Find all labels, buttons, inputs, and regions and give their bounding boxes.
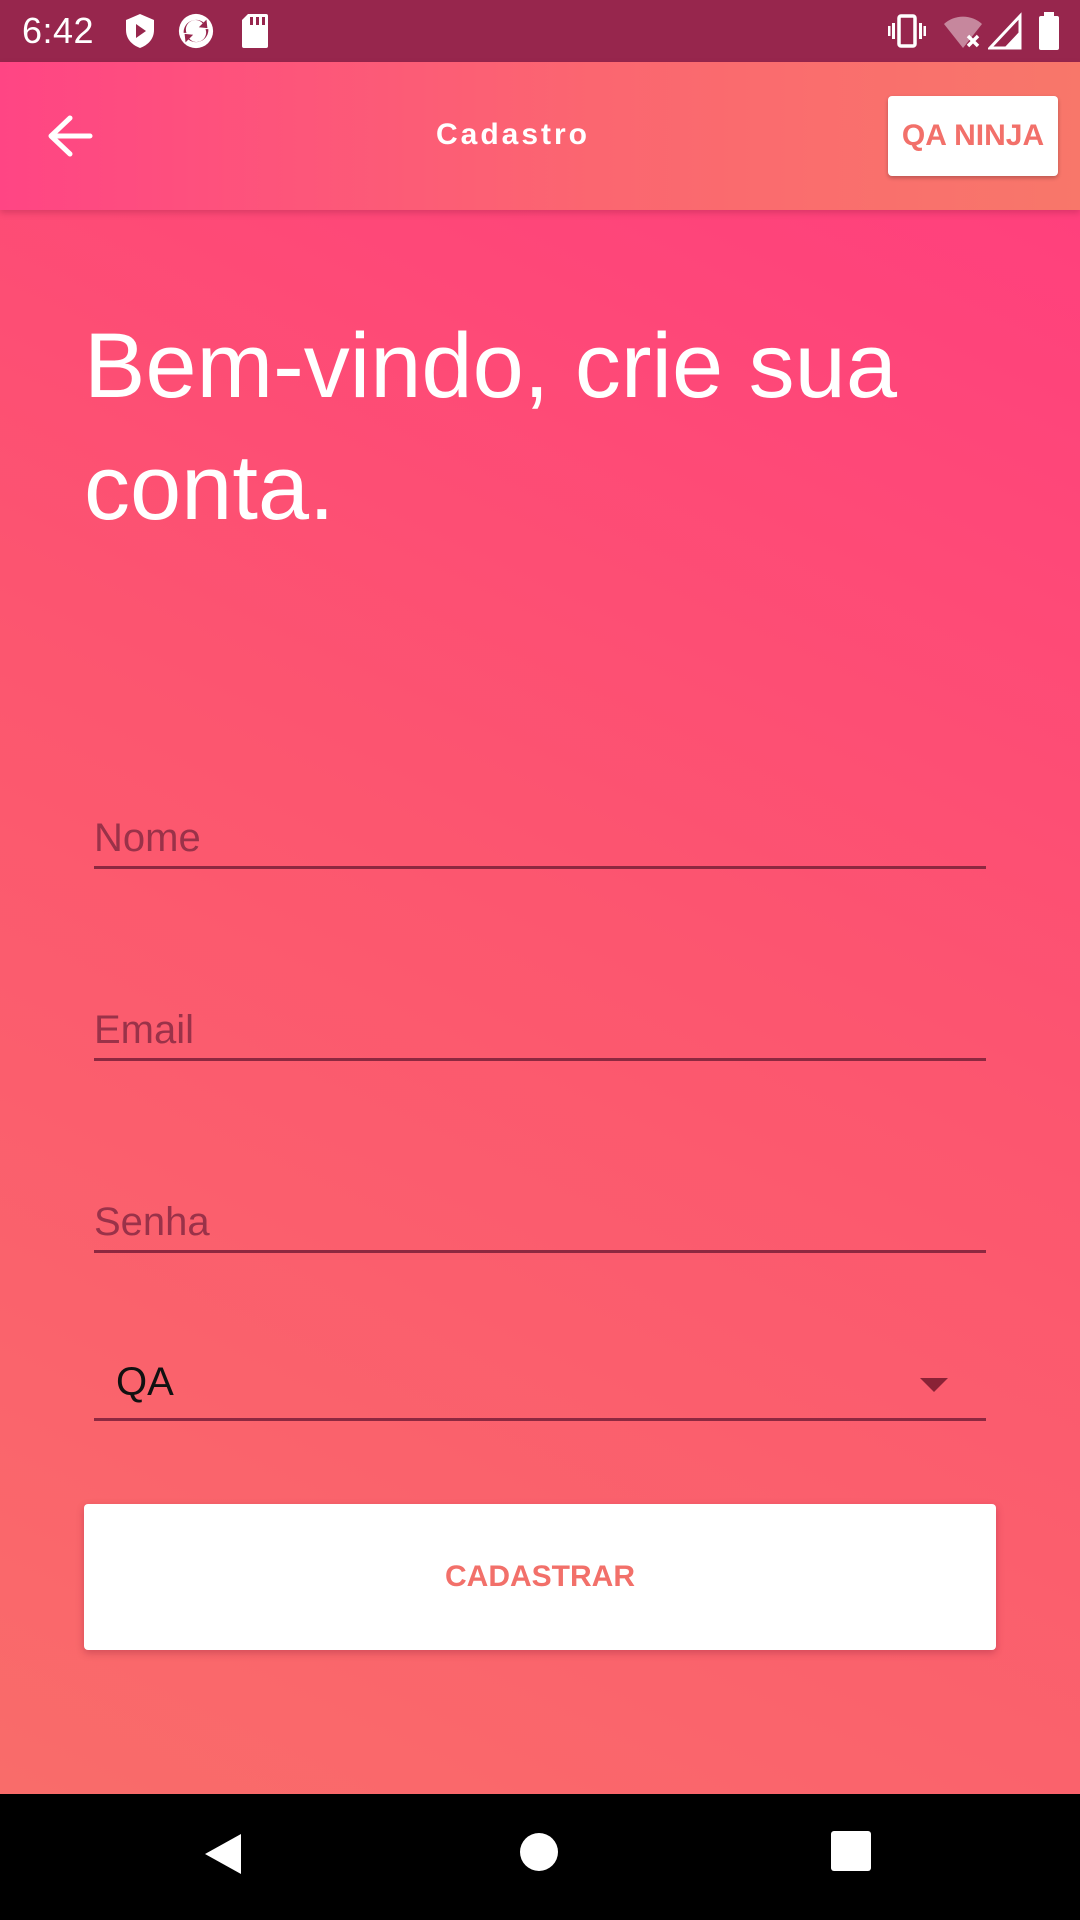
submit-signup-button[interactable]: CADASTRAR (84, 1504, 996, 1650)
system-nav-bar (0, 1794, 1080, 1920)
welcome-headline: Bem-vindo, crie sua conta. (84, 315, 897, 539)
email-field (94, 1002, 986, 1061)
status-time: 6:42 (22, 10, 95, 51)
qa-ninja-button[interactable]: QA NINJA (888, 96, 1058, 176)
email-input[interactable] (94, 1002, 986, 1058)
name-field (94, 810, 986, 869)
app-bar: Cadastro QA NINJA (0, 62, 1080, 210)
caret-down-icon (920, 1378, 948, 1392)
battery-icon (1039, 12, 1059, 50)
recents-square-icon[interactable] (831, 1831, 871, 1871)
sd-card-icon (242, 14, 268, 48)
role-select-value: QA (116, 1360, 174, 1404)
signal-icon (988, 12, 1022, 50)
home-circle-icon[interactable] (520, 1833, 558, 1871)
vibrate-icon (888, 14, 926, 48)
sync-icon (178, 13, 214, 49)
screen: 6:42 Cadastro QA NINJA Bem-vindo, crie s… (0, 0, 1080, 1920)
status-bar: 6:42 (0, 0, 1080, 62)
shield-play-icon (126, 14, 154, 48)
wifi-off-icon (944, 16, 982, 48)
name-input[interactable] (94, 810, 986, 866)
password-input[interactable] (94, 1194, 986, 1250)
password-field (94, 1194, 986, 1253)
page-title: Cadastro (435, 118, 591, 151)
signup-form-area: Bem-vindo, crie sua conta. QA CADASTRAR (0, 210, 1080, 1794)
role-select[interactable]: QA (94, 1360, 986, 1421)
back-triangle-icon[interactable] (203, 1832, 243, 1876)
